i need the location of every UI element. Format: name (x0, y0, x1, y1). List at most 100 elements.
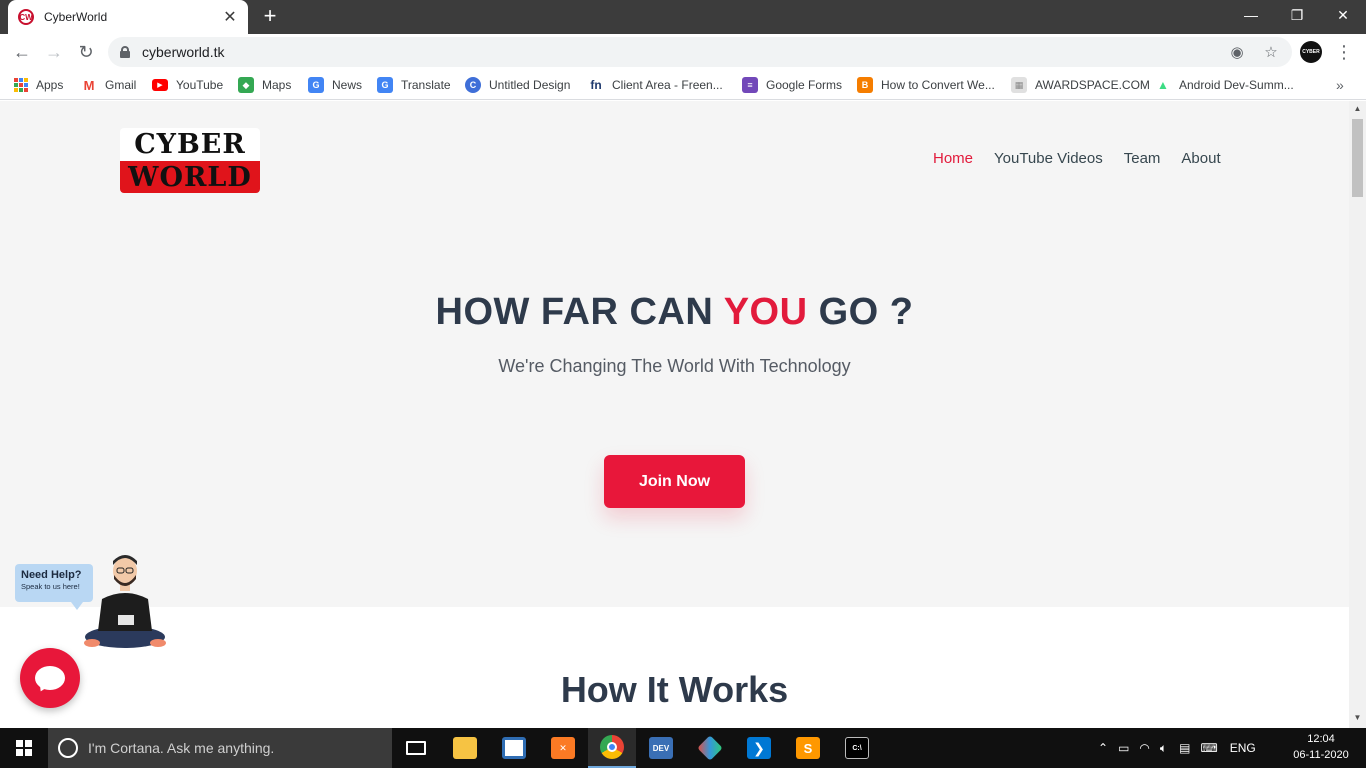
logo-text-top: CYBER (134, 129, 246, 160)
windows-logo-icon (16, 740, 32, 756)
notifications-icon[interactable]: ▤ (1179, 741, 1190, 755)
bookmark-label: News (332, 78, 363, 92)
minimize-window-button[interactable]: — (1228, 0, 1274, 30)
lock-icon[interactable] (120, 46, 130, 58)
bookmark-awardspace[interactable]: ▦ AWARDSPACE.COM (1011, 76, 1150, 94)
scroll-down-arrow-icon[interactable]: ▼ (1353, 713, 1362, 723)
cortana-icon (58, 738, 78, 758)
cortana-placeholder: I'm Cortana. Ask me anything. (88, 740, 275, 756)
bookmark-untitled-design[interactable]: C Untitled Design (465, 76, 570, 94)
awardspace-icon: ▦ (1011, 77, 1027, 93)
bookmark-apps[interactable]: Apps (14, 76, 63, 94)
bookmark-label: AWARDSPACE.COM (1035, 78, 1150, 92)
tab-title: CyberWorld (44, 10, 108, 24)
browser-menu-icon[interactable]: ⋮ (1335, 40, 1353, 64)
news-icon: G (308, 77, 324, 93)
clock-time: 12:04 (1307, 733, 1335, 745)
android-icon: ▲ (1155, 77, 1171, 93)
profile-avatar[interactable]: CYBER (1300, 41, 1322, 63)
bookmark-news[interactable]: G News (308, 76, 362, 94)
bookmark-android-dev[interactable]: ▲ Android Dev-Summ... (1155, 76, 1294, 94)
file-explorer-icon[interactable] (441, 728, 489, 768)
taskbar-clock[interactable]: 12:04 06-11-2020 (1286, 731, 1356, 763)
reload-button[interactable]: ↻ (74, 40, 98, 64)
forms-icon: ≡ (742, 77, 758, 93)
clock-date: 06-11-2020 (1293, 749, 1349, 761)
bookmark-gmail[interactable]: M Gmail (81, 76, 136, 94)
bookmark-blogger[interactable]: B How to Convert We... (857, 76, 995, 94)
close-window-button[interactable]: ✕ (1320, 0, 1366, 30)
bookmark-maps[interactable]: ◆ Maps (238, 76, 291, 94)
sublime-icon[interactable]: S (784, 728, 832, 768)
youtube-icon: ▶ (152, 79, 168, 91)
bookmark-label: Android Dev-Summ... (1179, 78, 1294, 92)
nav-team[interactable]: Team (1124, 150, 1161, 170)
system-tray: ⌃ ▭ ◠ 🔈︎ ▤ ⌨︎ ENG (1098, 728, 1256, 768)
new-tab-button[interactable]: + (258, 4, 282, 28)
bookmark-youtube[interactable]: ▶ YouTube (152, 76, 223, 94)
maps-icon: ◆ (238, 77, 254, 93)
nav-about[interactable]: About (1181, 150, 1220, 170)
address-url[interactable]: cyberworld.tk (142, 44, 224, 60)
forward-button[interactable]: → (42, 40, 66, 64)
translate-icon: G (377, 77, 393, 93)
battery-icon[interactable]: ▭ (1118, 741, 1129, 755)
bookmark-label: Untitled Design (489, 78, 571, 92)
vscode-icon[interactable]: ❯ (735, 728, 783, 768)
nav-youtube-videos[interactable]: YouTube Videos (994, 150, 1103, 170)
task-view-icon[interactable] (392, 728, 440, 768)
xampp-icon[interactable]: ✕ (539, 728, 587, 768)
site-logo[interactable]: CYBER WORLD (120, 128, 260, 193)
tracking-blocked-icon[interactable]: ◉ (1228, 43, 1246, 61)
chat-widget-button[interactable] (20, 648, 80, 708)
restore-window-button[interactable]: ❐ (1274, 0, 1320, 30)
bookmark-label: Maps (262, 78, 292, 92)
site-nav: Home YouTube Videos Team About (912, 150, 1221, 170)
browser-tab[interactable]: CW CyberWorld ✕ (8, 0, 248, 34)
how-it-works-title: How It Works (560, 669, 789, 710)
support-agent-avatar-icon[interactable] (80, 549, 170, 654)
chrome-icon[interactable] (588, 728, 636, 768)
start-button[interactable] (0, 728, 48, 768)
netbeans-icon[interactable] (490, 728, 538, 768)
volume-icon[interactable]: 🔈︎ (1160, 741, 1167, 756)
hero-subtitle: We're Changing The World With Technology (498, 356, 851, 376)
join-now-button[interactable]: Join Now (604, 455, 745, 508)
scrollbar-thumb[interactable] (1352, 119, 1363, 197)
address-bar[interactable]: cyberworld.tk ◉ ☆ (108, 37, 1292, 67)
bookmark-label: Google Forms (766, 78, 843, 92)
language-indicator[interactable]: ENG (1230, 741, 1256, 755)
show-hidden-icons-icon[interactable]: ⌃ (1098, 741, 1108, 755)
canva-icon: C (465, 77, 481, 93)
bookmark-star-icon[interactable]: ☆ (1262, 43, 1280, 61)
browser-toolbar: ← → ↻ cyberworld.tk ◉ ☆ CYBER ⋮ (0, 34, 1366, 70)
gmail-icon: M (81, 77, 97, 93)
bookmark-label: Client Area - Freen... (612, 78, 723, 92)
tab-close-icon[interactable]: ✕ (222, 7, 238, 27)
bookmark-label: Apps (36, 78, 64, 92)
cortana-search-box[interactable]: I'm Cortana. Ask me anything. (48, 728, 392, 768)
bookmark-label: How to Convert We... (881, 78, 995, 92)
page-scrollbar[interactable]: ▲ ▼ (1349, 101, 1366, 728)
keyboard-icon[interactable]: ⌨︎ (1200, 741, 1217, 755)
back-button[interactable]: ← (10, 40, 34, 64)
windows-taskbar: I'm Cortana. Ask me anything. ✕ DEV ❯ S … (0, 728, 1366, 768)
bookmark-label: YouTube (176, 78, 224, 92)
chat-bubble-icon (35, 666, 65, 690)
apps-grid-icon (14, 78, 28, 92)
wifi-icon[interactable]: ◠ (1139, 741, 1149, 755)
bookmark-label: Gmail (105, 78, 137, 92)
git-icon[interactable] (686, 728, 734, 768)
terminal-icon[interactable]: C:\ (833, 728, 881, 768)
more-bookmarks-icon[interactable]: » (1336, 77, 1344, 93)
site-favicon-icon: CW (18, 9, 34, 25)
nav-home[interactable]: Home (933, 150, 973, 170)
page-viewport: CYBER WORLD Home YouTube Videos Team Abo… (0, 101, 1349, 728)
hero-title: HOW FAR CAN YOU GO ? (435, 291, 914, 333)
devc-icon[interactable]: DEV (637, 728, 685, 768)
bookmark-freenom[interactable]: fn Client Area - Freen... (588, 76, 723, 94)
help-subtitle: Speak to us here! (21, 582, 80, 591)
bookmark-translate[interactable]: G Translate (377, 76, 451, 94)
bookmark-google-forms[interactable]: ≡ Google Forms (742, 76, 842, 94)
scroll-up-arrow-icon[interactable]: ▲ (1353, 104, 1362, 114)
